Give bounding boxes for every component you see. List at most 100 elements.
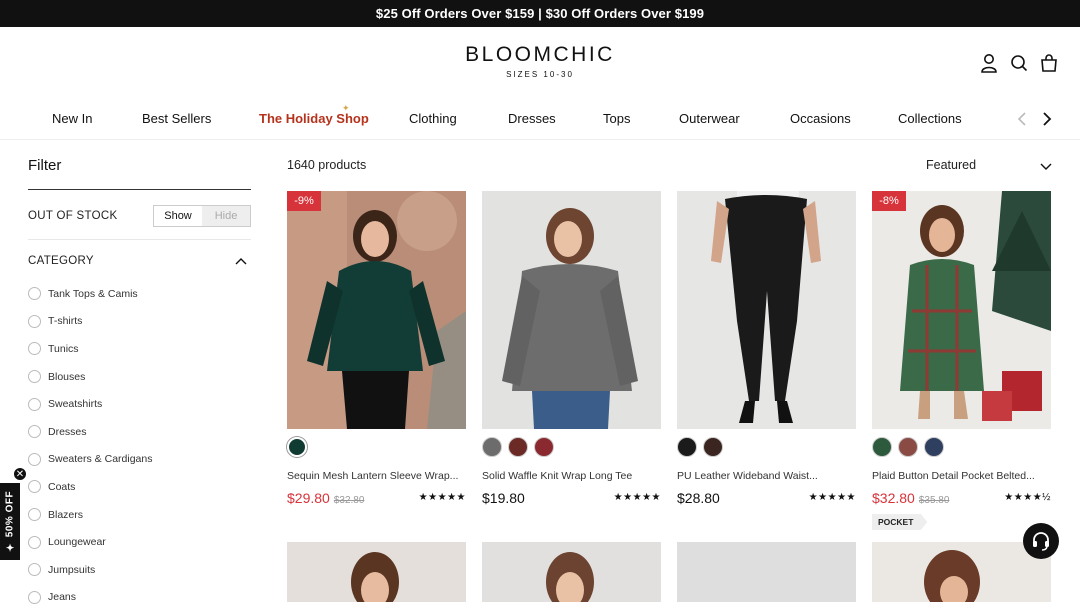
category-item[interactable]: Tank Tops & Camis xyxy=(28,280,251,308)
rating-stars: ★★★★★ xyxy=(808,492,856,503)
sort-dropdown[interactable]: Featured xyxy=(926,158,1052,172)
rating-stars: ★★★★★ xyxy=(418,492,466,503)
product-price: $28.80 xyxy=(677,490,720,506)
product-image[interactable] xyxy=(677,191,856,429)
out-of-stock-label: OUT OF STOCK xyxy=(28,210,118,222)
category-header[interactable]: CATEGORY xyxy=(28,240,251,280)
nav-next-icon[interactable] xyxy=(1039,110,1055,128)
discount-badge: -9% xyxy=(287,191,321,211)
color-swatch[interactable] xyxy=(898,437,918,457)
radio-icon[interactable] xyxy=(28,397,41,411)
nav-dresses[interactable]: Dresses xyxy=(508,111,556,126)
product-count: 1640 products xyxy=(287,158,367,172)
radio-icon[interactable] xyxy=(28,452,41,466)
product-card[interactable]: -9% Sequin Mesh Lantern Sleeve Wrap... $… xyxy=(287,191,466,508)
radio-icon[interactable] xyxy=(28,342,41,356)
category-item[interactable]: Dresses xyxy=(28,418,251,446)
discount-badge: -8% xyxy=(872,191,906,211)
product-title[interactable]: Solid Waffle Knit Wrap Long Tee xyxy=(482,470,661,482)
cart-icon[interactable] xyxy=(1040,53,1058,73)
filter-sidebar: Filter OUT OF STOCK Show Hide CATEGORY T… xyxy=(28,150,251,611)
category-item[interactable]: Coats xyxy=(28,473,251,501)
color-swatch[interactable] xyxy=(703,437,723,457)
radio-icon[interactable] xyxy=(28,563,41,577)
category-item[interactable]: Tunics xyxy=(28,335,251,363)
close-icon[interactable]: ✕ xyxy=(13,467,27,481)
product-card[interactable]: Solid Waffle Knit Wrap Long Tee $19.80 ★… xyxy=(482,191,661,508)
category-item[interactable]: Jumpsuits xyxy=(28,556,251,584)
nav-new-in[interactable]: New In xyxy=(52,111,92,126)
search-icon[interactable] xyxy=(1010,53,1028,73)
chevron-down-icon[interactable] xyxy=(1040,160,1052,170)
product-price: $19.80 xyxy=(482,490,525,506)
radio-icon[interactable] xyxy=(28,590,41,604)
category-list: Tank Tops & Camis T-shirts Tunics Blouse… xyxy=(28,280,251,611)
product-card[interactable]: PU Leather Wideband Waist... $28.80 ★★★★… xyxy=(677,191,856,508)
radio-icon[interactable] xyxy=(28,370,41,384)
color-swatches xyxy=(872,437,1051,457)
category-item[interactable]: Blouses xyxy=(28,363,251,391)
nav-tops[interactable]: Tops xyxy=(603,111,630,126)
radio-icon[interactable] xyxy=(28,508,41,522)
logo-name: BLOOMCHIC xyxy=(465,43,615,66)
account-icon[interactable] xyxy=(980,53,998,73)
product-image[interactable] xyxy=(482,191,661,429)
color-swatch[interactable] xyxy=(508,437,528,457)
color-swatches xyxy=(482,437,661,457)
sort-value: Featured xyxy=(926,158,977,172)
original-price: $32.80 xyxy=(333,495,365,506)
nav-best-sellers[interactable]: Best Sellers xyxy=(142,111,211,126)
color-swatch[interactable] xyxy=(924,437,944,457)
radio-icon[interactable] xyxy=(28,425,41,439)
radio-icon[interactable] xyxy=(28,535,41,549)
category-item[interactable]: Sweatshirts xyxy=(28,390,251,418)
product-title[interactable]: PU Leather Wideband Waist... xyxy=(677,470,856,482)
product-image[interactable]: -9% xyxy=(287,191,466,429)
nav-outerwear[interactable]: Outerwear xyxy=(679,111,740,126)
radio-icon[interactable] xyxy=(28,287,41,301)
headset-icon xyxy=(1033,532,1049,551)
radio-icon[interactable] xyxy=(28,480,41,494)
color-swatch[interactable] xyxy=(482,437,502,457)
promo-bar[interactable]: $25 Off Orders Over $159 | $30 Off Order… xyxy=(0,0,1080,27)
category-item[interactable]: Sweaters & Cardigans xyxy=(28,446,251,474)
category-label: CATEGORY xyxy=(28,255,94,267)
product-title[interactable]: Sequin Mesh Lantern Sleeve Wrap... xyxy=(287,470,466,482)
color-swatch[interactable] xyxy=(677,437,697,457)
category-item[interactable]: Loungewear xyxy=(28,528,251,556)
color-swatch[interactable] xyxy=(287,437,307,457)
chat-support-button[interactable] xyxy=(1023,523,1059,559)
product-card[interactable] xyxy=(677,542,856,602)
product-image[interactable]: -8% xyxy=(872,191,1051,429)
radio-icon[interactable] xyxy=(28,314,41,328)
hide-option[interactable]: Hide xyxy=(202,206,250,226)
nav-prev-icon[interactable] xyxy=(1015,110,1031,128)
nav-clothing[interactable]: Clothing xyxy=(409,111,457,126)
nav-holiday-shop[interactable]: The Holiday Shop xyxy=(259,111,369,126)
sparkle-icon: ✦ xyxy=(342,103,350,113)
main-nav: New In Best Sellers The Holiday Shop ✦ C… xyxy=(0,100,1080,140)
category-item[interactable]: Blazers xyxy=(28,501,251,529)
color-swatches xyxy=(677,437,856,457)
pocket-tag: POCKET xyxy=(872,514,928,530)
show-option[interactable]: Show xyxy=(154,206,202,226)
product-card[interactable] xyxy=(872,542,1051,602)
category-item[interactable]: T-shirts xyxy=(28,308,251,336)
product-card[interactable]: -8% Plaid Button Detail Pocket Belted...… xyxy=(872,191,1051,530)
category-item[interactable]: Jeans xyxy=(28,584,251,611)
color-swatch[interactable] xyxy=(872,437,892,457)
nav-occasions[interactable]: Occasions xyxy=(790,111,851,126)
chevron-up-icon[interactable] xyxy=(235,254,247,265)
product-card[interactable] xyxy=(287,542,466,602)
product-title[interactable]: Plaid Button Detail Pocket Belted... xyxy=(872,470,1051,482)
rating-stars: ★★★★★ xyxy=(613,492,661,503)
nav-collections[interactable]: Collections xyxy=(898,111,962,126)
logo[interactable]: BLOOMCHIC SIZES 10-30 xyxy=(0,43,1080,79)
out-of-stock-toggle[interactable]: Show Hide xyxy=(153,205,251,227)
product-price: $29.80 xyxy=(287,490,330,506)
out-of-stock-filter: OUT OF STOCK Show Hide xyxy=(28,190,251,240)
product-card[interactable] xyxy=(482,542,661,602)
side-promo-tab[interactable]: ✦ 50% OFF xyxy=(0,483,20,560)
header: BLOOMCHIC SIZES 10-30 xyxy=(0,27,1080,97)
color-swatch[interactable] xyxy=(534,437,554,457)
